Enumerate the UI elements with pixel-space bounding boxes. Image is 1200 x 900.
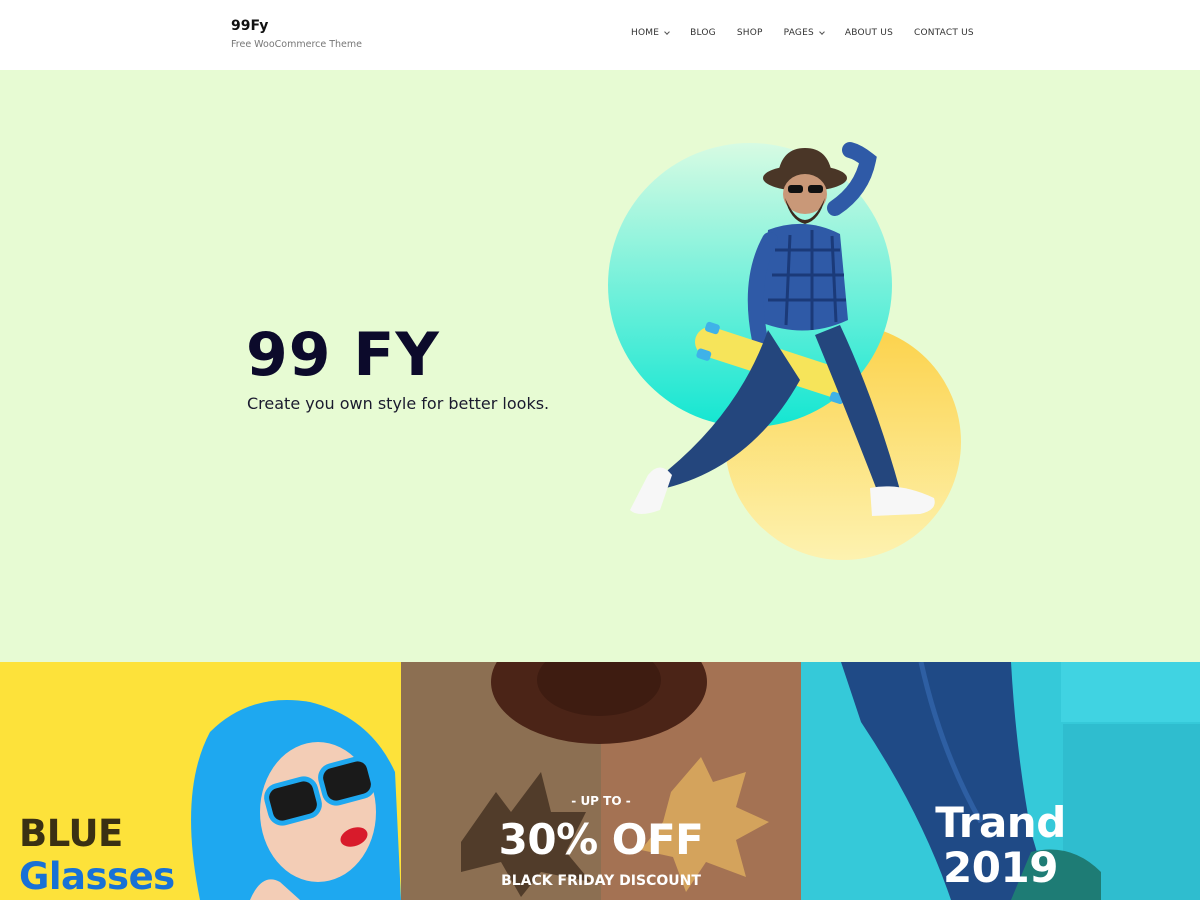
nav-item-label: PAGES <box>783 28 814 38</box>
site-tagline: Free WooCommerce Theme <box>231 39 362 50</box>
nav-item-label: ABOUT US <box>844 28 893 38</box>
nav-item-contact-us[interactable]: CONTACT US <box>914 28 974 38</box>
site-header: 99Fy Free WooCommerce Theme HOME BLOG SH… <box>0 0 1200 70</box>
site-title[interactable]: 99Fy <box>231 18 268 34</box>
nav-item-label: BLOG <box>690 28 716 38</box>
nav-item-pages[interactable]: PAGES <box>783 28 825 38</box>
nav-item-label: SHOP <box>736 28 763 38</box>
promo-discount-caption: BLACK FRIDAY DISCOUNT <box>501 873 701 889</box>
hero-heading: 99 FY <box>246 320 440 390</box>
hero-illustration <box>608 142 961 560</box>
promo-banners: BLUE Glasses - UP TO - 30% OFF BLACK FRI… <box>0 662 1200 900</box>
nav-item-shop[interactable]: SHOP <box>737 28 763 38</box>
promo-black-friday[interactable]: - UP TO - 30% OFF BLACK FRIDAY DISCOUNT <box>401 662 801 900</box>
nav-item-label: HOME <box>631 28 660 38</box>
chevron-down-icon <box>819 28 825 35</box>
chevron-down-icon <box>664 28 670 35</box>
nav-item-blog[interactable]: BLOG <box>690 28 716 38</box>
promo-year-line: 2019 <box>943 843 1058 892</box>
hero-subheading: Create you own style for better looks. <box>247 394 550 413</box>
promo-blue-line: BLUE <box>19 812 123 855</box>
nav-item-home[interactable]: HOME <box>631 28 670 38</box>
promo-discount: 30% OFF <box>498 815 704 864</box>
promo-trend-2019[interactable]: Trand 2019 <box>801 662 1200 900</box>
hero-banner: 99 FY Create you own style for better lo… <box>0 70 1200 662</box>
promo-glasses-line: Glasses <box>19 855 175 898</box>
promo-hat-leaves-image <box>401 662 801 900</box>
promo-kicker: - UP TO - <box>571 794 631 808</box>
nav-item-about-us[interactable]: ABOUT US <box>845 28 893 38</box>
nav-item-label: CONTACT US <box>913 28 974 38</box>
promo-blue-glasses[interactable]: BLUE Glasses <box>0 662 401 900</box>
main-nav: HOME BLOG SHOP PAGES ABOUT US CONTACT US <box>631 28 974 38</box>
promo-trand-line: Trand <box>935 798 1066 847</box>
